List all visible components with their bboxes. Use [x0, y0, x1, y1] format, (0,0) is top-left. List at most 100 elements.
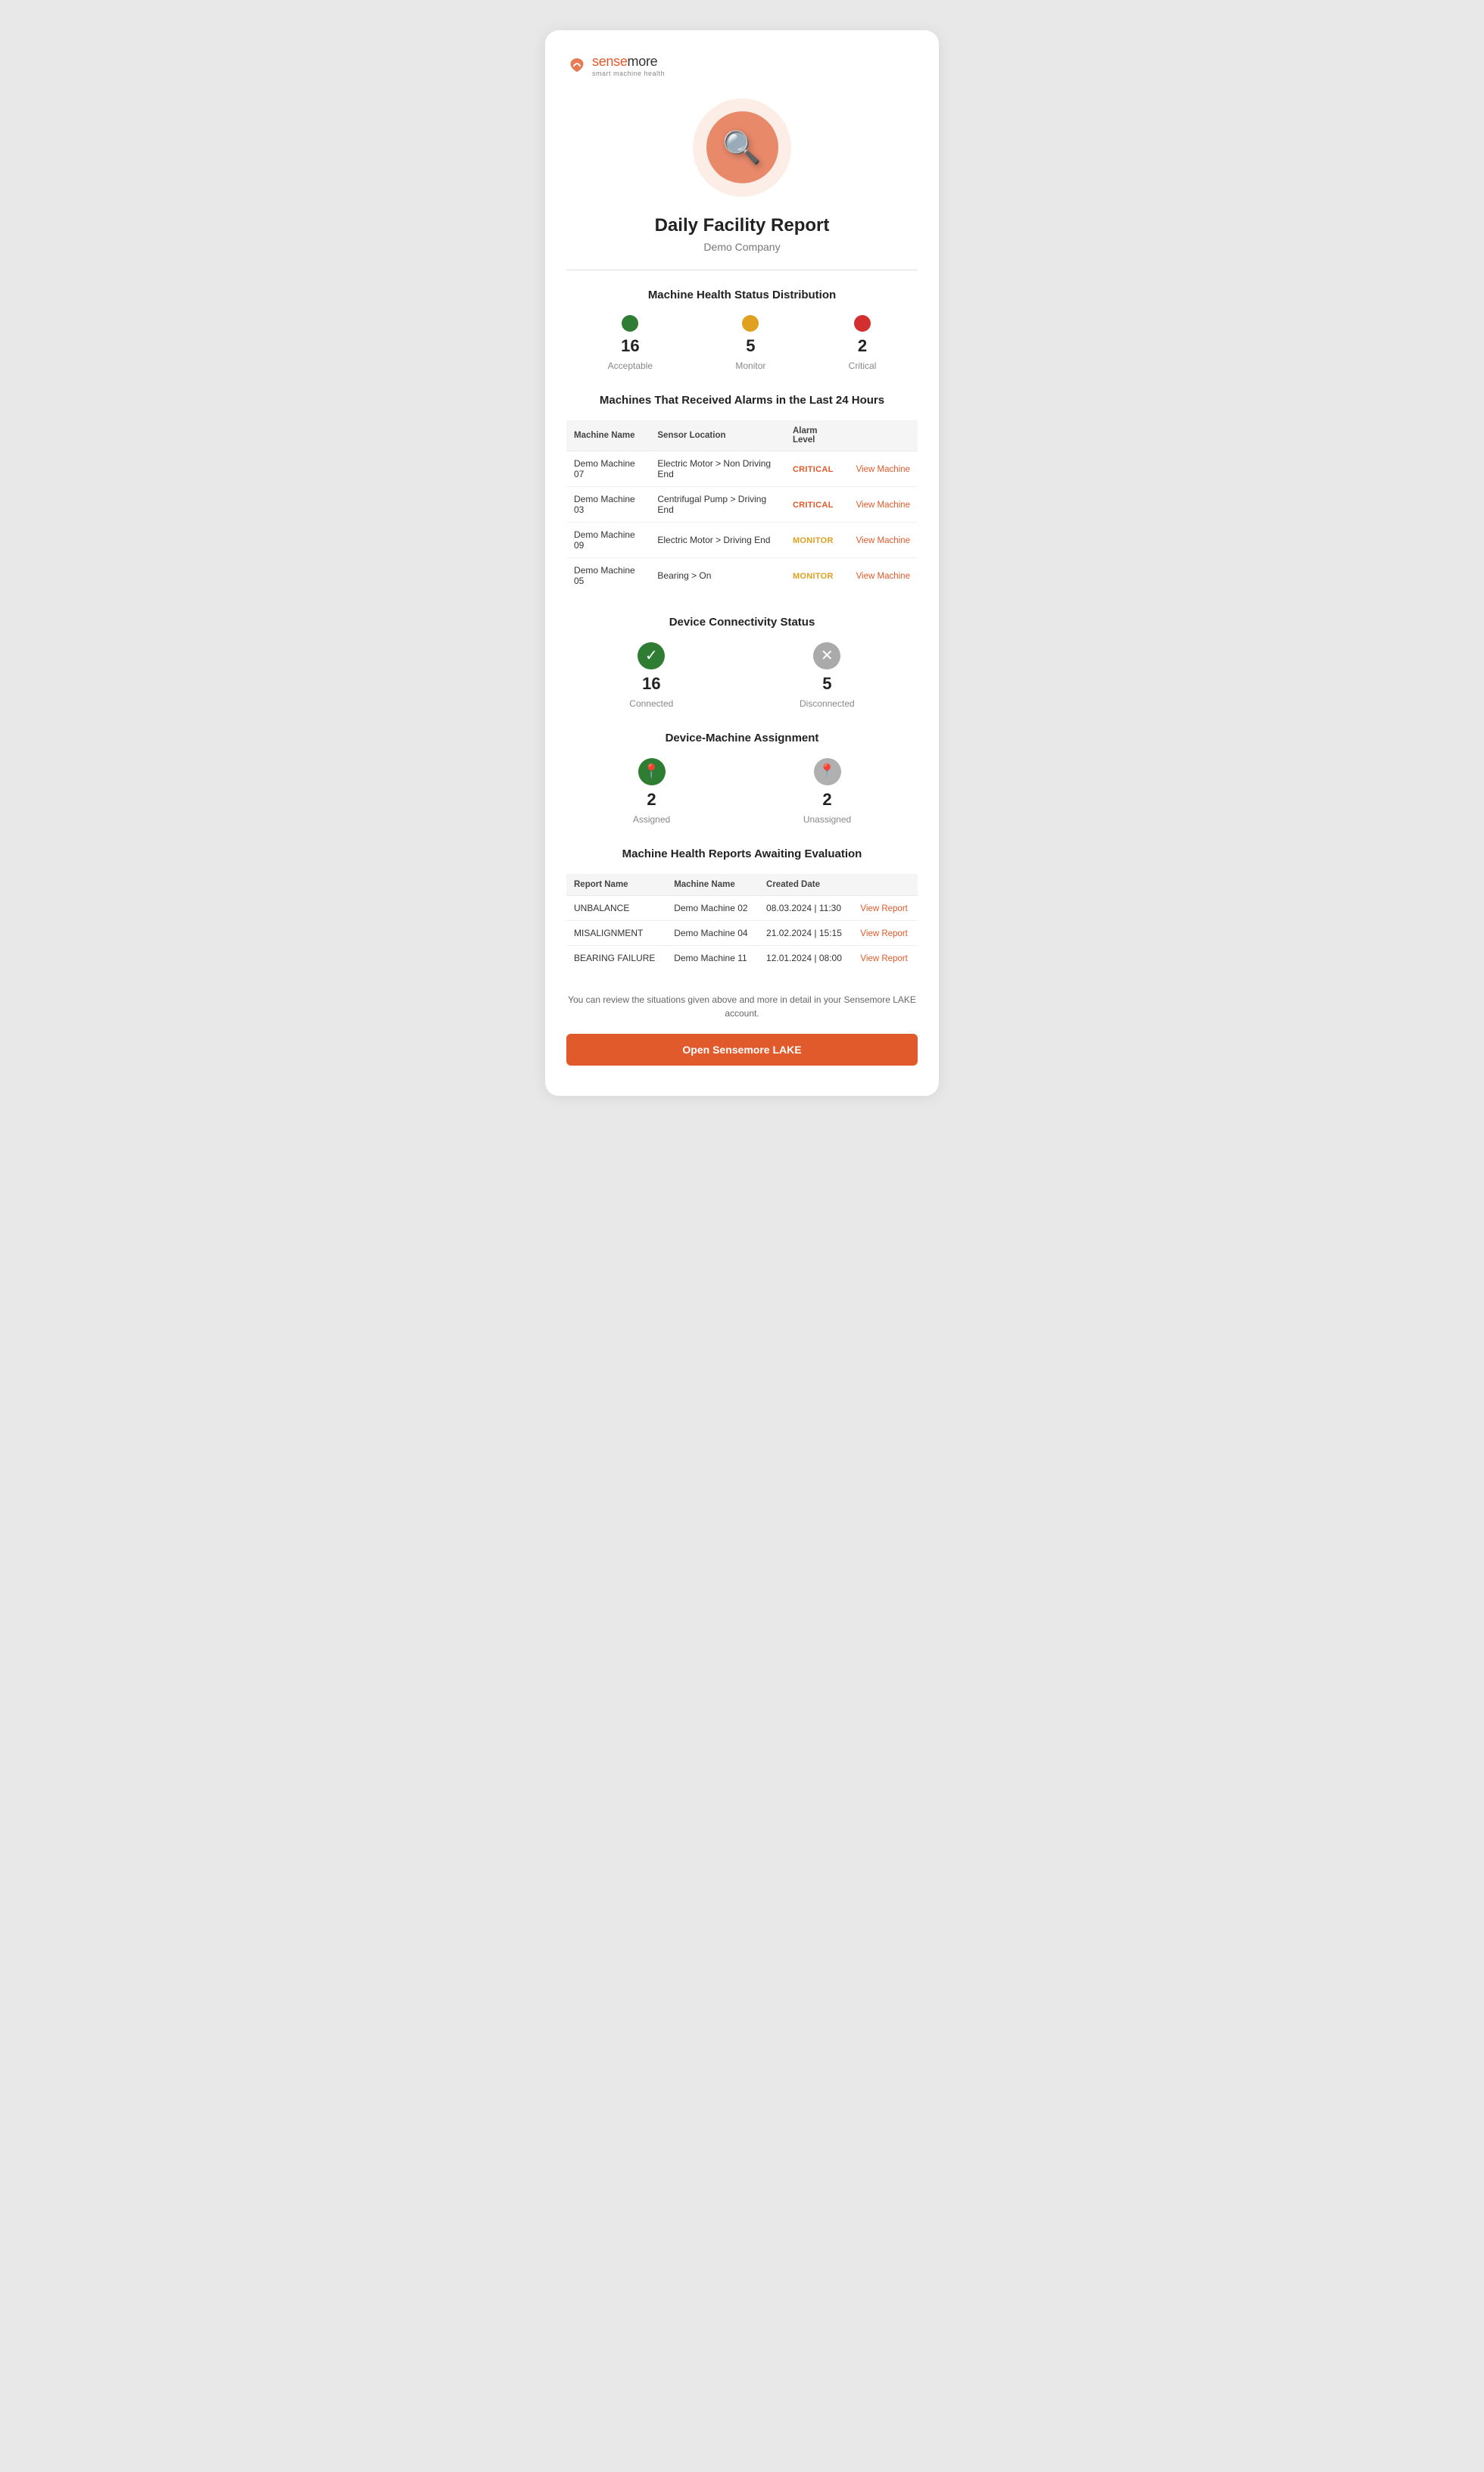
location-pin-empty-icon: 📍 — [818, 763, 835, 779]
report-view-link[interactable]: View Report — [853, 945, 918, 970]
unassigned-icon: 📍 — [814, 758, 841, 785]
report-machine-name: Demo Machine 11 — [666, 945, 759, 970]
status-critical: 2 Critical — [849, 315, 877, 371]
logo-text: sensemore smart machine health — [592, 55, 665, 77]
acceptable-dot — [622, 315, 638, 332]
connectivity-row: ✓ 16 Connected ✕ 5 Disconnected — [566, 642, 918, 709]
alarm-view-link[interactable]: View Machine — [849, 522, 918, 557]
assignment-section: Device-Machine Assignment 📍 2 Assigned 📍… — [566, 732, 918, 825]
alarm-row: Demo Machine 07 Electric Motor > Non Dri… — [566, 451, 918, 486]
alarm-machine-name: Demo Machine 05 — [566, 557, 650, 593]
alarm-level: CRITICAL — [785, 451, 849, 486]
alarm-level: MONITOR — [785, 557, 849, 593]
alarm-section-title: Machines That Received Alarms in the Las… — [566, 394, 918, 407]
report-machine-name: Demo Machine 04 — [666, 920, 759, 945]
report-header-machine: Machine Name — [666, 874, 759, 896]
cross-icon: ✕ — [821, 646, 834, 665]
alarm-sensor-location: Bearing > On — [650, 557, 785, 593]
alarm-row: Demo Machine 05 Bearing > On MONITOR Vie… — [566, 557, 918, 593]
alarm-table: Machine Name Sensor Location Alarm Level… — [566, 420, 918, 593]
report-created-date: 08.03.2024 | 11:30 — [759, 895, 853, 920]
connected-count: 16 — [642, 674, 660, 694]
sensemore-logo-icon — [566, 55, 588, 76]
footer-text: You can review the situations given abov… — [566, 993, 918, 1020]
alarm-sensor-location: Electric Motor > Driving End — [650, 522, 785, 557]
connectivity-section: Device Connectivity Status ✓ 16 Connecte… — [566, 616, 918, 709]
assignment-row: 📍 2 Assigned 📍 2 Unassigned — [566, 758, 918, 825]
alarm-sensor-location: Centrifugal Pump > Driving End — [650, 486, 785, 522]
alarm-view-link[interactable]: View Machine — [849, 451, 918, 486]
report-header-action — [853, 874, 918, 896]
alarm-header-action — [849, 420, 918, 451]
report-header-date: Created Date — [759, 874, 853, 896]
critical-label: Critical — [849, 360, 877, 371]
assignment-title: Device-Machine Assignment — [566, 732, 918, 744]
reports-section-title: Machine Health Reports Awaiting Evaluati… — [566, 847, 918, 860]
report-header-name: Report Name — [566, 874, 666, 896]
report-row: MISALIGNMENT Demo Machine 04 21.02.2024 … — [566, 920, 918, 945]
report-created-date: 12.01.2024 | 08:00 — [759, 945, 853, 970]
status-monitor: 5 Monitor — [735, 315, 765, 371]
alarm-level: MONITOR — [785, 522, 849, 557]
health-status-title: Machine Health Status Distribution — [566, 289, 918, 301]
report-company: Demo Company — [566, 241, 918, 253]
acceptable-count: 16 — [621, 336, 639, 356]
assigned-label: Assigned — [633, 814, 670, 825]
alarm-view-link[interactable]: View Machine — [849, 557, 918, 593]
main-card: sensemore smart machine health 🔍 Daily F… — [545, 30, 939, 1096]
location-pin-icon: 📍 — [643, 763, 659, 779]
unassigned-count: 2 — [822, 790, 831, 810]
report-created-date: 21.02.2024 | 15:15 — [759, 920, 853, 945]
connected-label: Connected — [629, 698, 673, 709]
alarm-machine-name: Demo Machine 09 — [566, 522, 650, 557]
report-machine-name: Demo Machine 02 — [666, 895, 759, 920]
logo-tagline: smart machine health — [592, 70, 665, 77]
disconnected-item: ✕ 5 Disconnected — [800, 642, 855, 709]
hero-illustration: 🔍 — [566, 98, 918, 197]
reports-table: Report Name Machine Name Created Date UN… — [566, 874, 918, 970]
alarm-header-machine: Machine Name — [566, 420, 650, 451]
report-row: BEARING FAILURE Demo Machine 11 12.01.20… — [566, 945, 918, 970]
alarm-row: Demo Machine 03 Centrifugal Pump > Drivi… — [566, 486, 918, 522]
alarm-row: Demo Machine 09 Electric Motor > Driving… — [566, 522, 918, 557]
alarm-machine-name: Demo Machine 03 — [566, 486, 650, 522]
assigned-icon: 📍 — [638, 758, 666, 785]
reports-section: Machine Health Reports Awaiting Evaluati… — [566, 847, 918, 970]
health-status-section: Machine Health Status Distribution 16 Ac… — [566, 289, 918, 371]
alarm-sensor-location: Electric Motor > Non Driving End — [650, 451, 785, 486]
monitor-dot — [742, 315, 759, 332]
status-acceptable: 16 Acceptable — [608, 315, 653, 371]
checkmark-icon: ✓ — [645, 646, 658, 665]
unassigned-label: Unassigned — [803, 814, 851, 825]
critical-dot — [854, 315, 871, 332]
monitor-count: 5 — [746, 336, 755, 356]
connected-item: ✓ 16 Connected — [629, 642, 673, 709]
acceptable-label: Acceptable — [608, 360, 653, 371]
connected-icon: ✓ — [638, 642, 665, 670]
alarm-header-sensor: Sensor Location — [650, 420, 785, 451]
report-name: MISALIGNMENT — [566, 920, 666, 945]
magnify-icon: 🔍 — [722, 132, 762, 164]
report-view-link[interactable]: View Report — [853, 920, 918, 945]
open-lake-button[interactable]: Open Sensemore LAKE — [566, 1034, 918, 1066]
logo-area: sensemore smart machine health — [566, 55, 918, 77]
alarm-machine-name: Demo Machine 07 — [566, 451, 650, 486]
unassigned-item: 📍 2 Unassigned — [803, 758, 851, 825]
report-name: UNBALANCE — [566, 895, 666, 920]
alarm-view-link[interactable]: View Machine — [849, 486, 918, 522]
disconnected-count: 5 — [822, 674, 831, 694]
critical-count: 2 — [858, 336, 867, 356]
disconnected-icon: ✕ — [813, 642, 840, 670]
logo-brand: sensemore — [592, 55, 665, 70]
alarm-header-alarm: Alarm Level — [785, 420, 849, 451]
assigned-item: 📍 2 Assigned — [633, 758, 670, 825]
connectivity-title: Device Connectivity Status — [566, 616, 918, 629]
report-name: BEARING FAILURE — [566, 945, 666, 970]
disconnected-label: Disconnected — [800, 698, 855, 709]
status-distribution: 16 Acceptable 5 Monitor 2 Critical — [566, 315, 918, 371]
report-title: Daily Facility Report — [566, 215, 918, 236]
alarm-level: CRITICAL — [785, 486, 849, 522]
report-view-link[interactable]: View Report — [853, 895, 918, 920]
alarm-section: Machines That Received Alarms in the Las… — [566, 394, 918, 593]
assigned-count: 2 — [647, 790, 656, 810]
